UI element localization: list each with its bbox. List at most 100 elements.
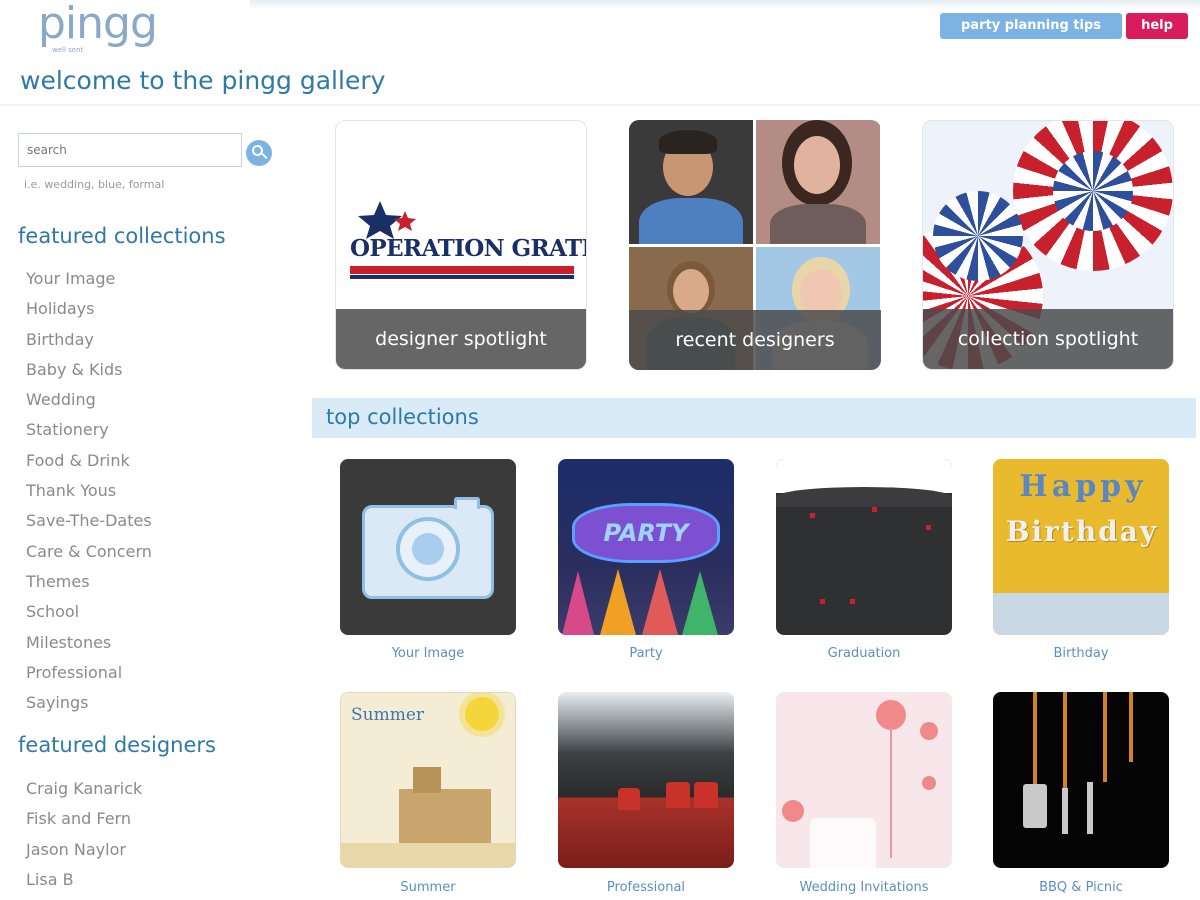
- help-button[interactable]: help: [1126, 13, 1188, 39]
- birthday-table: [993, 593, 1169, 635]
- flower: [782, 800, 804, 822]
- utensil-handle: [1129, 692, 1133, 762]
- birthday-banner-birthday: Birthday: [1005, 515, 1159, 548]
- sand: [341, 843, 515, 867]
- birthday-banner-happy: Happy: [1019, 469, 1147, 504]
- collection-label[interactable]: Party: [546, 646, 746, 661]
- chair: [694, 782, 718, 808]
- logo-tagline: well sent: [52, 46, 84, 54]
- sidebar-item-sayings[interactable]: Sayings: [26, 688, 152, 718]
- page-title: welcome to the pingg gallery: [20, 66, 386, 95]
- collection-tile-summer[interactable]: Summer: [340, 692, 516, 868]
- designer-photo: [756, 120, 880, 244]
- tassel: [926, 525, 931, 530]
- party-hat: [682, 571, 718, 635]
- search-button[interactable]: [246, 140, 272, 166]
- designer-link[interactable]: Lisa B: [26, 865, 142, 895]
- party-hat: [562, 571, 594, 635]
- operation-gratitude-logo: OPERATION GRATITUDE: [350, 199, 586, 289]
- featured-designers-list: Craig Kanarick Fisk and Fern Jason Naylo…: [26, 774, 142, 895]
- utensil-handle: [1063, 692, 1067, 788]
- tassel: [810, 513, 815, 518]
- header-divider: [0, 104, 1200, 106]
- party-hat: [642, 569, 678, 635]
- collection-tile-bbq-picnic[interactable]: [993, 692, 1169, 868]
- cake: [810, 818, 876, 868]
- collection-tile-your-image[interactable]: [340, 459, 516, 635]
- flower-stem: [890, 728, 892, 858]
- collection-tile-birthday[interactable]: Happy Birthday: [993, 459, 1169, 635]
- collection-label[interactable]: Graduation: [764, 646, 964, 661]
- collection-label[interactable]: BBQ & Picnic: [981, 880, 1181, 895]
- collection-label[interactable]: Wedding Invitations: [764, 880, 964, 895]
- tassel: [872, 507, 877, 512]
- sidebar-item-birthday[interactable]: Birthday: [26, 325, 152, 355]
- party-planning-tips-button[interactable]: party planning tips: [940, 13, 1122, 39]
- collection-label[interactable]: Your Image: [328, 646, 528, 661]
- chair: [618, 788, 640, 810]
- utensil-handle: [1103, 692, 1107, 782]
- collection-tile-party[interactable]: PARTY: [558, 459, 734, 635]
- sidebar-item-stationery[interactable]: Stationery: [26, 415, 152, 445]
- designer-link[interactable]: Jason Naylor: [26, 835, 142, 865]
- pinwheel-decoration: [933, 191, 1023, 281]
- top-collections-heading: top collections: [326, 405, 479, 429]
- sun-icon: [465, 697, 499, 731]
- graduation-cap-row: [776, 487, 952, 507]
- collection-spotlight-caption: collection spotlight: [923, 309, 1173, 369]
- designer-photo: [629, 120, 753, 244]
- utensil-handle: [1033, 692, 1037, 784]
- pingg-logo[interactable]: pingg well sent: [38, 0, 178, 55]
- search-input[interactable]: [18, 133, 242, 167]
- fork: [1062, 788, 1068, 834]
- collection-label[interactable]: Summer: [328, 880, 528, 895]
- sidebar-item-save-the-dates[interactable]: Save-The-Dates: [26, 506, 152, 536]
- recent-designers-caption: recent designers: [629, 310, 881, 370]
- flower: [922, 776, 936, 790]
- collection-spotlight-card[interactable]: collection spotlight: [922, 120, 1174, 370]
- sidebar-item-food-drink[interactable]: Food & Drink: [26, 446, 152, 476]
- top-gradient-bar: [250, 0, 1200, 10]
- designer-logo-text: OPERATION GRATITUDE: [350, 235, 586, 262]
- collection-tile-wedding-invitations[interactable]: [776, 692, 952, 868]
- featured-designers-heading: featured designers: [18, 733, 216, 757]
- recent-designers-card[interactable]: recent designers: [629, 120, 881, 370]
- sidebar-item-wedding[interactable]: Wedding: [26, 385, 152, 415]
- sidebar-item-care-concern[interactable]: Care & Concern: [26, 537, 152, 567]
- collection-label[interactable]: Professional: [546, 880, 746, 895]
- sandcastle-tower: [413, 767, 441, 793]
- logo-stripe: [350, 275, 574, 279]
- search-icon-handle: [261, 152, 268, 160]
- tassel: [820, 599, 825, 604]
- tassel: [850, 599, 855, 604]
- search-hint: i.e. wedding, blue, formal: [24, 178, 165, 191]
- logo-text: pingg: [38, 0, 158, 49]
- designer-spotlight-card[interactable]: OPERATION GRATITUDE designer spotlight: [335, 120, 587, 370]
- spatula: [1023, 784, 1047, 828]
- designer-spotlight-caption: designer spotlight: [336, 309, 586, 369]
- camera-icon-lens-inner: [412, 533, 444, 565]
- pinwheel-decoration: [1053, 151, 1133, 231]
- sidebar-item-your-image[interactable]: Your Image: [26, 264, 152, 294]
- sidebar-item-baby-kids[interactable]: Baby & Kids: [26, 355, 152, 385]
- collection-tile-professional[interactable]: [558, 692, 734, 868]
- sidebar-item-thank-yous[interactable]: Thank Yous: [26, 476, 152, 506]
- chair: [666, 782, 690, 808]
- camera-icon-flash: [454, 497, 480, 509]
- sidebar-item-holidays[interactable]: Holidays: [26, 294, 152, 324]
- collection-tile-graduation[interactable]: [776, 459, 952, 635]
- featured-collections-heading: featured collections: [18, 224, 226, 248]
- collection-label[interactable]: Birthday: [981, 646, 1181, 661]
- logo-stripe: [350, 266, 574, 274]
- sidebar-item-milestones[interactable]: Milestones: [26, 628, 152, 658]
- party-sign-text: PARTY: [603, 519, 689, 547]
- sidebar-item-professional[interactable]: Professional: [26, 658, 152, 688]
- sidebar-item-themes[interactable]: Themes: [26, 567, 152, 597]
- flower: [920, 722, 938, 740]
- featured-collections-list: Your Image Holidays Birthday Baby & Kids…: [26, 264, 152, 718]
- sidebar-item-school[interactable]: School: [26, 597, 152, 627]
- designer-link[interactable]: Fisk and Fern: [26, 804, 142, 834]
- designer-link[interactable]: Craig Kanarick: [26, 774, 142, 804]
- star-icon: [358, 201, 416, 239]
- summer-text: Summer: [351, 705, 425, 725]
